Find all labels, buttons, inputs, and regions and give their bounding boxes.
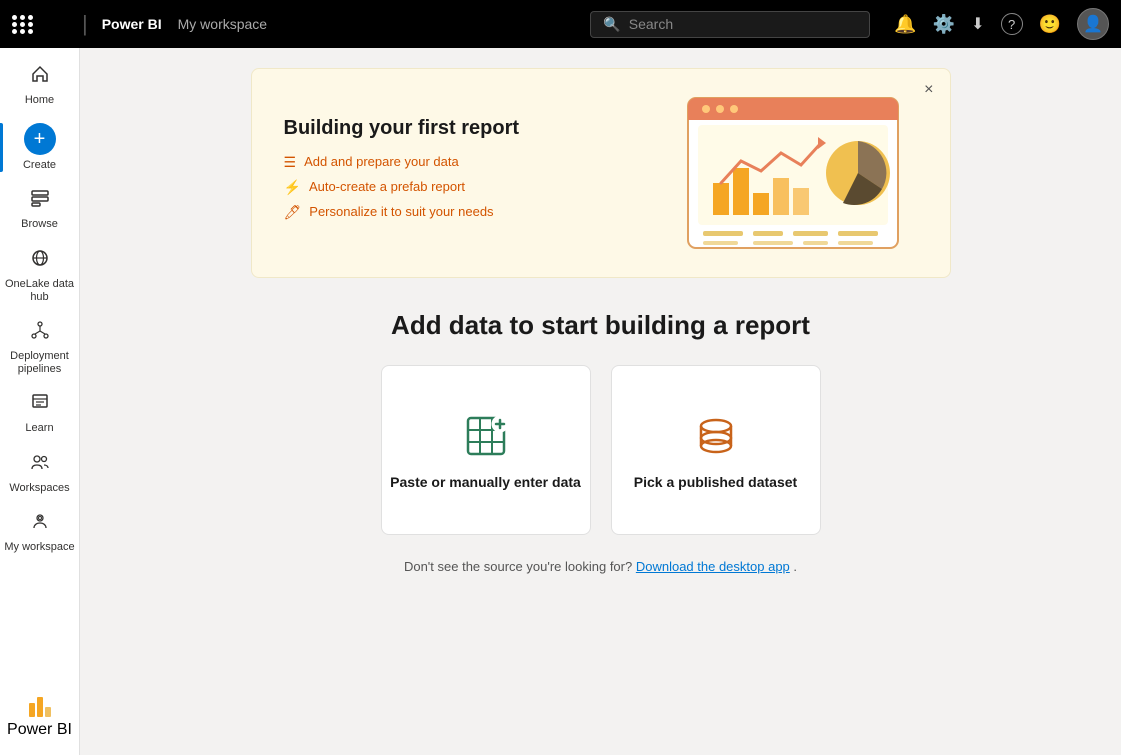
settings-icon[interactable]: ⚙️	[933, 14, 955, 35]
sidebar-item-workspaces[interactable]: Workspaces	[0, 444, 79, 503]
home-icon	[30, 64, 50, 90]
sidebar-workspaces-label: Workspaces	[9, 482, 69, 495]
wand-icon: 🖊	[284, 204, 302, 221]
main-content: Building your first report ☰ Add and pre…	[80, 48, 1121, 755]
download-icon[interactable]: ⬇	[971, 14, 984, 34]
browse-icon	[30, 188, 50, 214]
workspace-label: My workspace	[178, 16, 267, 32]
brand-label: Power BI	[102, 16, 162, 32]
sidebar-item-create[interactable]: + Create	[0, 115, 79, 180]
sidebar-browse-label: Browse	[21, 218, 58, 231]
dataset-icon	[690, 410, 742, 462]
deployment-icon	[30, 320, 50, 346]
add-data-section: Add data to start building a report	[251, 310, 951, 574]
table-icon: ☰	[284, 154, 297, 171]
powerbi-bars-icon	[29, 697, 51, 717]
banner-item-label-3: Personalize it to suit your needs	[309, 204, 493, 219]
banner-item-1: ☰ Add and prepare your data	[284, 154, 520, 171]
sidebar-item-deployment[interactable]: Deployment pipelines	[0, 312, 79, 384]
banner-text: Building your first report ☰ Add and pre…	[284, 117, 520, 229]
banner-item-label-1: Add and prepare your data	[304, 154, 459, 169]
sidebar-item-myworkspace[interactable]: My workspace	[0, 503, 79, 562]
powerbi-label: Power BI	[7, 721, 72, 739]
search-icon: 🔍	[603, 16, 620, 33]
data-cards-container: Paste or manually enter data Pick a	[251, 365, 951, 535]
paste-data-card[interactable]: Paste or manually enter data	[381, 365, 591, 535]
sidebar-deployment-label: Deployment pipelines	[4, 350, 75, 376]
topnav: | Power BI My workspace 🔍 🔔 ⚙️ ⬇ ? 🙂 👤	[0, 0, 1121, 48]
bolt-icon: ⚡	[284, 179, 301, 196]
notifications-icon[interactable]: 🔔	[894, 14, 916, 35]
sidebar-powerbi[interactable]: Power BI	[0, 689, 79, 747]
paste-data-label: Paste or manually enter data	[390, 474, 581, 490]
search-bar[interactable]: 🔍	[590, 11, 870, 38]
download-desktop-link[interactable]: Download the desktop app	[636, 559, 790, 574]
sidebar-myworkspace-label: My workspace	[4, 541, 74, 554]
footer-text-prefix: Don't see the source you're looking for?	[404, 559, 632, 574]
dataset-label: Pick a published dataset	[634, 474, 797, 490]
sidebar-item-label: Home	[25, 94, 54, 107]
dataset-card[interactable]: Pick a published dataset	[611, 365, 821, 535]
apps-grid-icon[interactable]	[12, 15, 34, 34]
sidebar-item-browse[interactable]: Browse	[0, 180, 79, 239]
face-icon[interactable]: 🙂	[1039, 14, 1061, 35]
create-plus-icon[interactable]: +	[24, 123, 56, 155]
myworkspace-icon	[30, 511, 50, 537]
banner-title: Building your first report	[284, 117, 520, 140]
banner-item-3: 🖊 Personalize it to suit your needs	[284, 204, 520, 221]
add-data-title: Add data to start building a report	[251, 310, 951, 341]
nav-divider: |	[82, 11, 88, 37]
sidebar-onelake-label: OneLake data hub	[4, 278, 75, 304]
report-illustration	[668, 93, 918, 253]
banner-item-label-2: Auto-create a prefab report	[309, 179, 465, 194]
sidebar-item-onelake[interactable]: OneLake data hub	[0, 240, 79, 312]
onelake-icon	[30, 248, 50, 274]
help-icon[interactable]: ?	[1001, 13, 1023, 35]
footer-text-suffix: .	[793, 559, 797, 574]
sidebar-create-label: Create	[23, 159, 56, 172]
footer-text: Don't see the source you're looking for?…	[251, 559, 951, 574]
sidebar-learn-label: Learn	[25, 422, 53, 435]
sidebar: Home + Create Browse OneLake data hub De…	[0, 48, 80, 755]
learn-icon	[30, 392, 50, 418]
topnav-icons: 🔔 ⚙️ ⬇ ? 🙂 👤	[894, 8, 1109, 40]
banner-item-2: ⚡ Auto-create a prefab report	[284, 179, 520, 196]
banner-close-button[interactable]: ×	[924, 81, 933, 99]
first-report-banner: Building your first report ☰ Add and pre…	[251, 68, 951, 278]
search-input[interactable]	[629, 16, 858, 32]
paste-data-icon	[460, 410, 512, 462]
sidebar-item-learn[interactable]: Learn	[0, 384, 79, 443]
workspaces-icon	[30, 452, 50, 478]
user-avatar[interactable]: 👤	[1077, 8, 1109, 40]
sidebar-item-home[interactable]: Home	[0, 56, 79, 115]
main-layout: Home + Create Browse OneLake data hub De…	[0, 48, 1121, 755]
